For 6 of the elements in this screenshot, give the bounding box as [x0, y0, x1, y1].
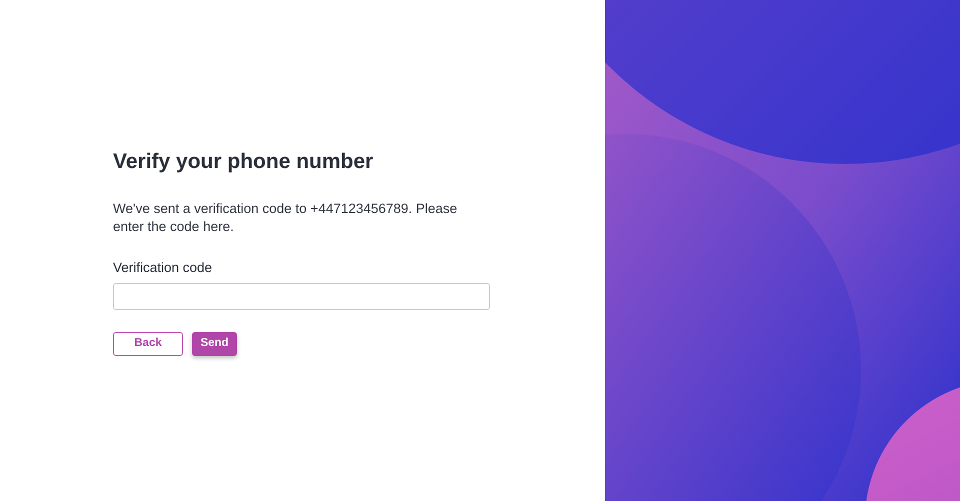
verification-code-field[interactable] — [113, 283, 490, 310]
field-label: Verification code — [113, 259, 212, 277]
page-title: Verify your phone number — [113, 149, 374, 175]
back-button[interactable]: Back — [113, 332, 183, 356]
instruction-text: We've sent a verification code to +447123456789. Please enter the code here. — [113, 200, 458, 236]
send-button[interactable]: Send — [192, 332, 237, 356]
